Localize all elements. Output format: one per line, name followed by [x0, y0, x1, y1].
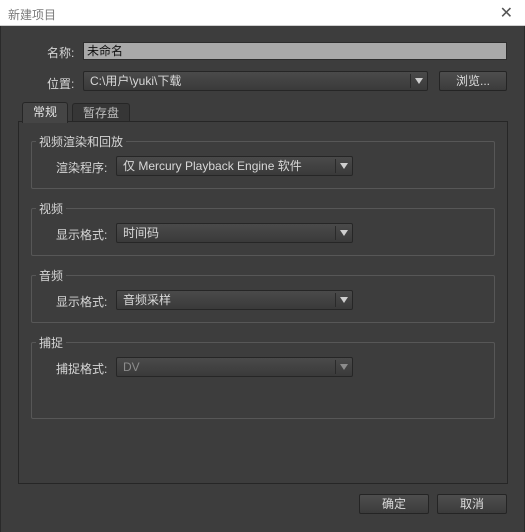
title-bar: 新建项目 ✕ — [0, 0, 525, 26]
dialog-body: 名称: 未命名 位置: C:\用户\yuki\下载 浏览... 常规 暂存盘 视… — [0, 26, 525, 532]
renderer-dropdown[interactable]: 仅 Mercury Playback Engine 软件 — [116, 156, 353, 176]
chevron-down-icon — [415, 78, 423, 84]
chevron-down-icon — [340, 230, 348, 236]
group-title-audio: 音频 — [36, 267, 67, 284]
group-video-rendering: 视频渲染和回放 渲染程序: 仅 Mercury Playback Engine … — [31, 133, 495, 189]
tab-general[interactable]: 常规 — [22, 102, 69, 123]
location-value: C:\用户\yuki\下载 — [90, 74, 182, 88]
tab-scratch-disks[interactable]: 暂存盘 — [72, 103, 131, 123]
tab-panel-general: 视频渲染和回放 渲染程序: 仅 Mercury Playback Engine … — [18, 121, 508, 484]
audio-display-format-dropdown[interactable]: 音频采样 — [116, 290, 353, 310]
renderer-value: 仅 Mercury Playback Engine 软件 — [123, 159, 302, 173]
video-display-format-dropdown[interactable]: 时间码 — [116, 223, 353, 243]
group-capture: 捕捉 捕捉格式: DV — [31, 334, 495, 419]
group-title-video: 视频 — [36, 200, 67, 217]
group-title-capture: 捕捉 — [36, 334, 67, 351]
window-title: 新建项目 — [8, 8, 57, 22]
group-video: 视频 显示格式: 时间码 — [31, 200, 495, 256]
audio-display-format-label: 显示格式: — [56, 295, 108, 309]
chevron-down-icon — [340, 163, 348, 169]
ok-button[interactable]: 确定 — [359, 494, 429, 514]
location-label: 位置: — [47, 77, 75, 91]
capture-format-dropdown[interactable]: DV — [116, 357, 353, 377]
project-name-input[interactable]: 未命名 — [83, 42, 507, 60]
capture-format-value: DV — [123, 360, 140, 374]
video-display-format-label: 显示格式: — [56, 228, 108, 242]
renderer-label: 渲染程序: — [56, 161, 108, 175]
group-audio: 音频 显示格式: 音频采样 — [31, 267, 495, 323]
group-title-video-rendering: 视频渲染和回放 — [36, 133, 127, 150]
video-display-format-value: 时间码 — [123, 226, 160, 240]
capture-format-label: 捕捉格式: — [56, 362, 108, 376]
chevron-down-icon — [340, 297, 348, 303]
name-label: 名称: — [47, 46, 75, 60]
browse-button[interactable]: 浏览... — [439, 71, 507, 91]
cancel-button[interactable]: 取消 — [437, 494, 507, 514]
close-icon[interactable]: ✕ — [500, 3, 513, 23]
chevron-down-icon — [340, 364, 348, 370]
audio-display-format-value: 音频采样 — [123, 293, 172, 307]
location-dropdown[interactable]: C:\用户\yuki\下载 — [83, 71, 428, 91]
